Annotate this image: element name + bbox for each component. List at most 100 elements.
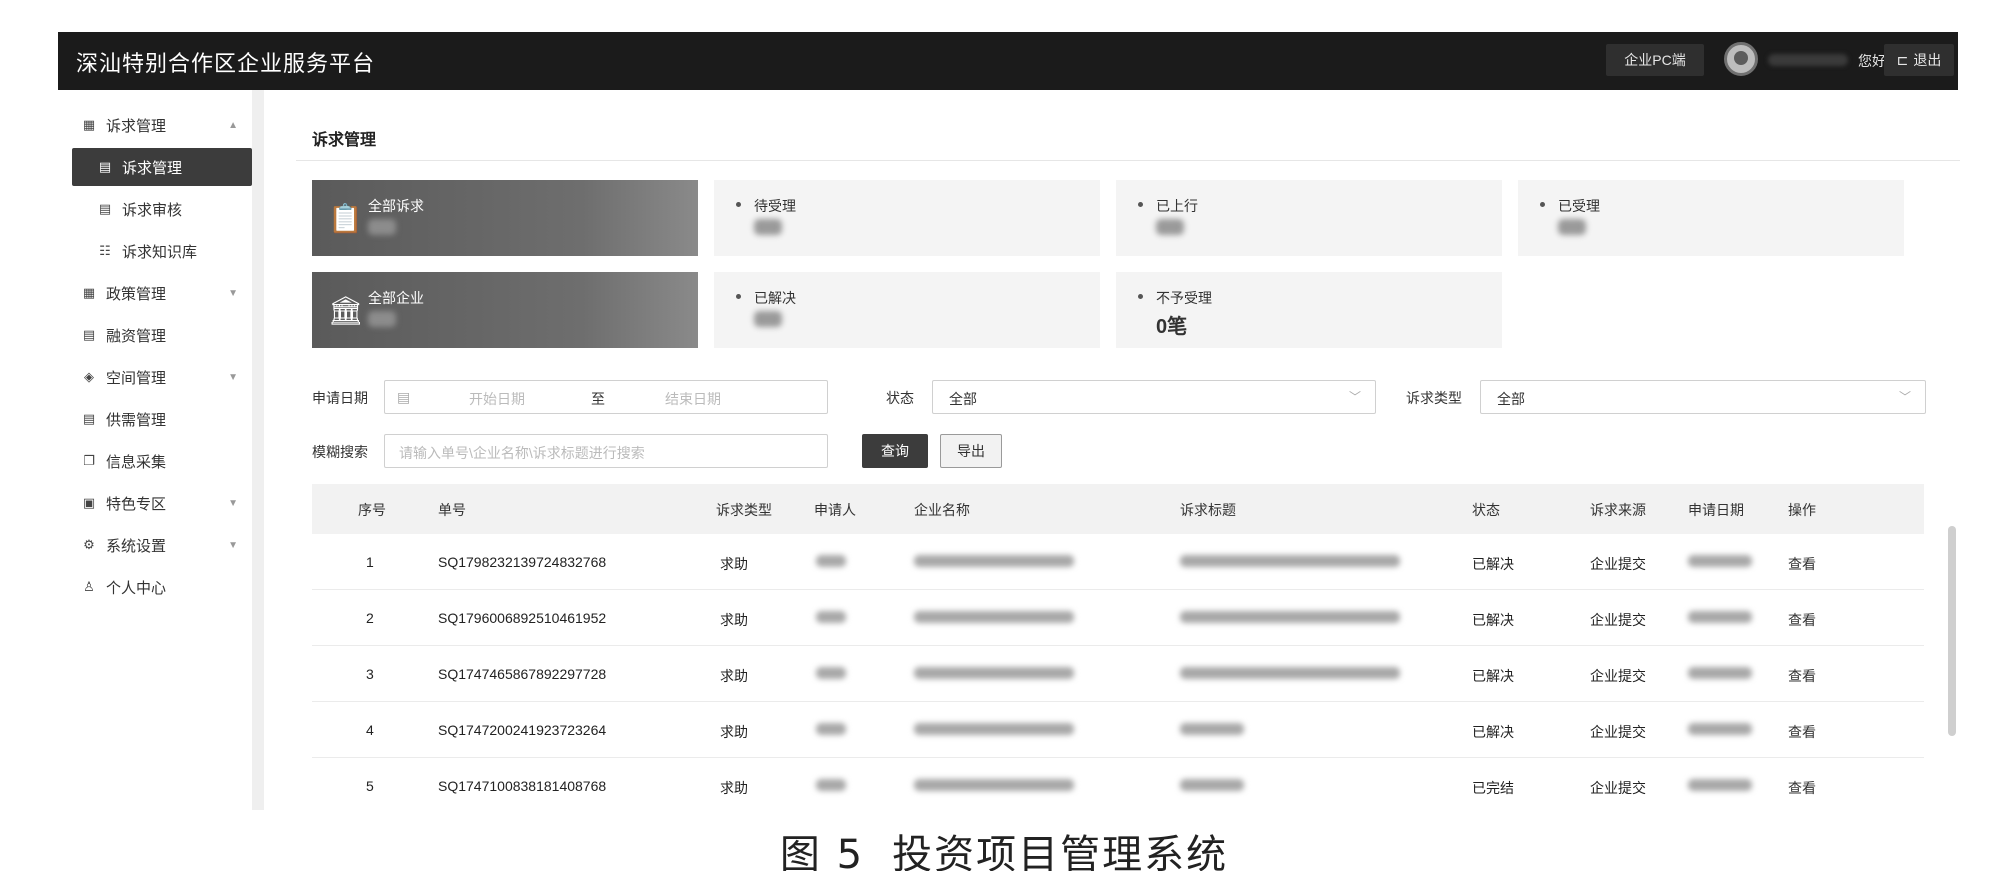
cell-no: 4 — [366, 722, 374, 738]
card-value-redacted — [368, 218, 396, 241]
table-header: 序号 单号 诉求类型 申请人 企业名称 诉求标题 状态 诉求来源 申请日期 操作 — [312, 484, 1924, 534]
card-title: 待受理 — [754, 198, 796, 214]
card-value: 0笔 — [1156, 316, 1188, 338]
card-all-requests[interactable]: 📋 全部诉求 — [312, 180, 698, 256]
card-accepted[interactable]: 已受理 — [1518, 180, 1904, 256]
column-header: 诉求类型 — [716, 502, 772, 518]
calendar-icon: ▣ — [82, 495, 96, 510]
sidebar-item-policy-management[interactable]: ▦ 政策管理 ▼ — [58, 274, 252, 312]
search-label: 模糊搜索 — [312, 444, 368, 460]
column-header: 申请人 — [814, 502, 856, 518]
table-scrollbar[interactable] — [1948, 526, 1956, 736]
document-icon: ▤ — [98, 201, 112, 216]
document-icon: ▤ — [82, 327, 96, 342]
sidebar-item-request-review[interactable]: ▤ 诉求审核 — [58, 190, 252, 228]
type-label: 诉求类型 — [1406, 390, 1462, 406]
cell-title-redacted — [1180, 610, 1400, 626]
sidebar-item-info-collection[interactable]: ❐ 信息采集 — [58, 442, 252, 480]
table-row: 4 SQ1747200241923723264 求助 已解决 企业提交 查看 — [312, 702, 1924, 758]
cell-source: 企业提交 — [1590, 612, 1646, 628]
figure-number: 图 5 — [779, 832, 865, 871]
sidebar-item-label: 诉求管理 — [106, 117, 167, 135]
layers-icon: ◈ — [84, 369, 94, 384]
cell-source: 企业提交 — [1590, 668, 1646, 684]
column-header: 企业名称 — [914, 502, 970, 518]
cell-no: 3 — [366, 666, 374, 682]
cell-company-redacted — [914, 722, 1074, 738]
card-title: 已解决 — [754, 290, 796, 306]
end-date-input[interactable]: 结束日期 — [665, 389, 721, 409]
cell-title-redacted — [1180, 778, 1244, 794]
sidebar-item-space-management[interactable]: ◈ 空间管理 ▼ — [58, 358, 252, 396]
cell-status: 已解决 — [1472, 668, 1514, 684]
sidebar-item-label: 系统设置 — [106, 537, 167, 555]
column-header: 操作 — [1788, 502, 1816, 518]
bullet-dot — [736, 294, 741, 299]
table-row: 3 SQ1747465867892297728 求助 已解决 企业提交 查看 — [312, 646, 1924, 702]
sidebar-item-personal-center[interactable]: ♙ 个人中心 — [58, 568, 252, 606]
date-range-picker[interactable]: ▤ 开始日期 至 结束日期 — [384, 380, 828, 414]
logout-label: 退出 — [1913, 52, 1942, 68]
export-button[interactable]: 导出 — [940, 434, 1002, 468]
sidebar-item-system-settings[interactable]: ⚙ 系统设置 ▼ — [58, 526, 252, 564]
cell-applicant-redacted — [816, 610, 846, 626]
type-select[interactable]: 全部 ﹀ — [1480, 380, 1926, 414]
view-link[interactable]: 查看 — [1788, 610, 1816, 630]
card-value-redacted — [368, 310, 396, 333]
column-header: 状态 — [1472, 502, 1500, 518]
card-rejected[interactable]: 不予受理 0笔 — [1116, 272, 1502, 348]
cell-date-redacted — [1688, 722, 1752, 738]
view-link[interactable]: 查看 — [1788, 722, 1816, 742]
card-resolved[interactable]: 已解决 — [714, 272, 1100, 348]
card-title: 不予受理 — [1156, 290, 1212, 306]
card-value-redacted — [754, 218, 782, 241]
card-pending[interactable]: 待受理 — [714, 180, 1100, 256]
view-link[interactable]: 查看 — [1788, 778, 1816, 798]
start-date-input[interactable]: 开始日期 — [469, 389, 525, 409]
gear-icon: ⚙ — [83, 537, 95, 552]
search-input[interactable]: 请输入单号\企业名称\诉求标题进行搜索 — [384, 434, 828, 468]
cell-status: 已解决 — [1472, 612, 1514, 628]
document-icon: ▤ — [82, 411, 96, 426]
column-header: 单号 — [438, 502, 466, 518]
sidebar-item-supply-demand[interactable]: ▤ 供需管理 — [58, 400, 252, 438]
bank-icon: 🏛 — [328, 295, 364, 326]
cell-type: 求助 — [720, 556, 748, 572]
card-title: 已受理 — [1558, 198, 1600, 214]
cell-no: 5 — [366, 778, 374, 794]
logout-icon: ⊏ — [1896, 51, 1909, 68]
sidebar-item-label: 特色专区 — [106, 495, 167, 513]
logout-button[interactable]: ⊏ 退出 — [1884, 44, 1954, 76]
card-all-companies[interactable]: 🏛 全部企业 — [312, 272, 698, 348]
sidebar-item-financing[interactable]: ▤ 融资管理 — [58, 316, 252, 354]
sidebar-item-label: 个人中心 — [106, 579, 167, 597]
sidebar-item-label: 信息采集 — [106, 453, 167, 471]
sidebar-item-knowledge-base[interactable]: ☷ 诉求知识库 — [58, 232, 252, 270]
cell-type: 求助 — [720, 668, 748, 684]
cell-no: 2 — [366, 610, 374, 626]
avatar[interactable] — [1724, 42, 1758, 76]
pc-portal-button[interactable]: 企业PC端 — [1606, 44, 1704, 76]
chevron-down-icon: ▼ — [228, 539, 238, 551]
cell-title-redacted — [1180, 554, 1400, 570]
card-value-redacted — [754, 310, 782, 333]
sidebar-item-request-management-sub[interactable]: ▤ 诉求管理 — [72, 148, 252, 186]
card-title: 已上行 — [1156, 198, 1198, 214]
chevron-down-icon: ▼ — [228, 371, 238, 383]
status-select[interactable]: 全部 ﹀ — [932, 380, 1376, 414]
view-link[interactable]: 查看 — [1788, 554, 1816, 574]
cell-date-redacted — [1688, 666, 1752, 682]
cell-date-redacted — [1688, 778, 1752, 794]
chevron-down-icon: ▼ — [228, 497, 238, 509]
sidebar-item-special-zone[interactable]: ▣ 特色专区 ▼ — [58, 484, 252, 522]
card-escalated[interactable]: 已上行 — [1116, 180, 1502, 256]
card-title: 全部诉求 — [368, 198, 424, 214]
calendar-icon: ▤ — [397, 389, 411, 405]
sidebar-item-request-management[interactable]: ▦ 诉求管理 ▲ — [58, 106, 252, 144]
cell-type: 求助 — [720, 780, 748, 796]
list-icon: ☷ — [99, 243, 111, 258]
card-title: 全部企业 — [368, 290, 424, 306]
search-placeholder: 请输入单号\企业名称\诉求标题进行搜索 — [399, 445, 645, 461]
view-link[interactable]: 查看 — [1788, 666, 1816, 686]
query-button[interactable]: 查询 — [862, 434, 928, 468]
